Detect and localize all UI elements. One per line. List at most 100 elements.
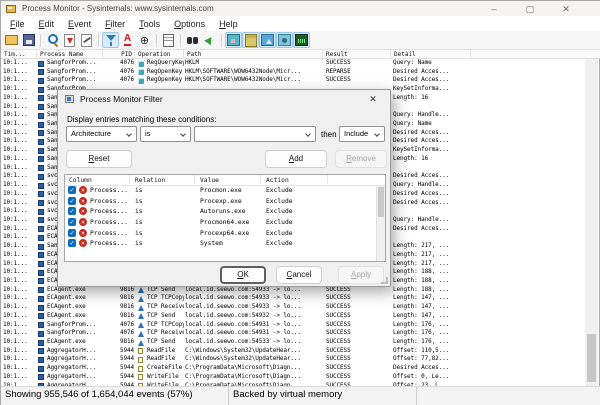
menu-item-filter[interactable]: Filter (98, 19, 132, 29)
filter-cell-relation: is (135, 239, 143, 250)
column-header-path[interactable]: Path (184, 50, 323, 59)
filter-cell-value: System (200, 239, 223, 250)
add-button[interactable]: Add (265, 150, 327, 168)
value-dropdown[interactable] (194, 126, 316, 142)
close-button[interactable]: ✕ (559, 2, 573, 16)
show-profiling-icon[interactable] (293, 32, 310, 48)
checkbox-checked-icon[interactable]: ✓ (68, 207, 76, 215)
filter-rule-row[interactable]: ✓✕Process...isProcmon64.exeExclude (65, 218, 385, 229)
menu-item-help[interactable]: Help (212, 19, 245, 29)
checkbox-checked-icon[interactable]: ✓ (68, 218, 76, 226)
process-icon (38, 348, 44, 354)
checkbox-checked-icon[interactable]: ✓ (68, 229, 76, 237)
find-icon[interactable] (184, 32, 201, 48)
filter-header-action[interactable]: Action (266, 175, 289, 186)
filter-rule-row[interactable]: ✓✕Process...isAutoruns.exeExclude (65, 207, 385, 218)
cell-detail: Desired Acces... (393, 76, 583, 85)
filter-rule-row[interactable]: ✓✕Process...isProcexp64.exeExclude (65, 229, 385, 240)
column-header-pid[interactable]: PID (103, 50, 135, 59)
filter-cell-action: Exclude (266, 229, 293, 240)
maximize-button[interactable]: ▢ (523, 2, 537, 16)
filter-list-scrollbar[interactable] (376, 186, 385, 261)
cell-path: local.id.seewo.com:54932 -> lo... (185, 312, 323, 321)
cell-operation: ReadFile (147, 355, 184, 364)
table-row[interactable]: 10:1...AggregatorH...5944CreateFileC:\Pr… (1, 364, 587, 373)
filter-rule-row[interactable]: ✓✕Process...isSystemExclude (65, 239, 385, 250)
cancel-button[interactable]: Cancel (276, 266, 322, 284)
capture-icon[interactable] (44, 32, 61, 48)
menu-item-options[interactable]: Options (167, 19, 212, 29)
checkbox-checked-icon[interactable]: ✓ (68, 239, 76, 247)
filter-header-relation[interactable]: Relation (135, 175, 165, 186)
table-row[interactable]: 10:1...SangforProm...4076RegOpenKeyHKLM\… (1, 68, 587, 77)
filter-instruction-label: Display entries matching these condition… (67, 115, 216, 124)
show-registry-icon[interactable] (225, 32, 242, 48)
filter-header-value[interactable]: Value (200, 175, 219, 186)
table-row[interactable]: 10:1...ECAgent.exe9816TCP Sendlocal.id.s… (1, 312, 587, 321)
column-header-operation[interactable]: Operation (135, 50, 184, 59)
cell-detail: Length: 176, ... (393, 338, 583, 347)
status-events-count: Showing 955,546 of 1,654,044 events (57%… (1, 387, 229, 405)
menu-item-event[interactable]: Event (61, 19, 98, 29)
action-dropdown[interactable]: Include (339, 126, 385, 142)
process-icon (38, 340, 44, 346)
filter-rule-row[interactable]: ✓✕Process...isProcexp.exeExclude (65, 197, 385, 208)
cell-operation: TCP Send (147, 338, 184, 347)
table-row[interactable]: 10:1...ECAgent.exe9816TCP TCPCopylocal.i… (1, 294, 587, 303)
table-row[interactable]: 10:1...AggregatorH...5944ReadFileC:\Wind… (1, 355, 587, 364)
column-header-process[interactable]: Process Name (37, 50, 103, 59)
menu-item-file[interactable]: File (3, 19, 32, 29)
column-header-time[interactable]: Tim... (1, 50, 37, 59)
cell-process-name: AggregatorH... (47, 355, 103, 364)
table-row[interactable]: 10:1...SangforProm...4076RegQueryKeyHKLM… (1, 59, 587, 68)
file-operation-icon (138, 374, 143, 380)
checkbox-checked-icon[interactable]: ✓ (68, 197, 76, 205)
open-icon[interactable] (3, 32, 20, 48)
cell-path: C:\Windows\System32\UpdateHear... (185, 347, 323, 356)
cell-time: 10:1... (3, 164, 37, 173)
event-properties-icon[interactable] (160, 32, 177, 48)
relation-dropdown[interactable]: is (140, 126, 191, 142)
table-row[interactable]: 10:1...SangforProm...4076TCP TCPCopyloca… (1, 321, 587, 330)
table-row[interactable]: 10:1...AggregatorH...5944WriteFileC:\Pro… (1, 373, 587, 382)
scrollbar-thumb[interactable] (587, 334, 596, 382)
checkbox-checked-icon[interactable]: ✓ (68, 186, 76, 194)
jump-to-icon[interactable] (201, 32, 218, 48)
vertical-scrollbar[interactable] (585, 59, 598, 386)
filter-header-column[interactable]: Column (69, 175, 92, 186)
table-row[interactable]: 10:1...AggregatorH...5944ReadFileC:\Wind… (1, 347, 587, 356)
menu-item-edit[interactable]: Edit (32, 19, 62, 29)
target-icon[interactable] (136, 32, 153, 48)
cell-time: 10:1... (3, 207, 37, 216)
menu-item-tools[interactable]: Tools (132, 19, 167, 29)
save-icon[interactable] (20, 32, 37, 48)
table-row[interactable]: 10:1...SangforProm...4076RegOpenKeyHKLM\… (1, 76, 587, 85)
filter-rule-row[interactable]: ✓✕Process...isProcmon.exeExclude (65, 186, 385, 197)
table-row[interactable]: 10:1...ECAgent.exe9816TCP Sendlocal.id.s… (1, 338, 587, 347)
show-network-icon[interactable] (259, 32, 276, 48)
clear-icon[interactable] (78, 32, 95, 48)
column-header-detail[interactable]: Detail (391, 50, 471, 59)
table-row[interactable]: 10:1...SangforProm...4076TCP Receiveloca… (1, 329, 587, 338)
highlight-icon[interactable] (119, 32, 136, 48)
column-header-result[interactable]: Result (323, 50, 391, 59)
filter-scrollbar-thumb[interactable] (378, 187, 384, 217)
action-dropdown-value: Include (344, 129, 368, 138)
process-icon (38, 130, 44, 136)
cell-time: 10:1... (3, 146, 37, 155)
reset-button[interactable]: Reset (66, 150, 132, 168)
tcp-operation-icon (138, 322, 144, 328)
cell-pid: 4076 (101, 329, 134, 338)
dialog-close-icon[interactable]: ✕ (366, 93, 380, 105)
ok-button[interactable]: OK (220, 266, 266, 284)
table-row[interactable]: 10:1...ECAgent.exe9816TCP Receivelocal.i… (1, 303, 587, 312)
filter-icon[interactable] (102, 32, 119, 48)
show-process-icon[interactable] (276, 32, 293, 48)
column-dropdown[interactable]: Architecture (66, 126, 137, 142)
minimize-button[interactable]: – (487, 2, 501, 16)
dialog-resize-grip[interactable] (381, 277, 388, 284)
cell-result: SUCCESS (326, 355, 388, 364)
show-file-system-icon[interactable] (242, 32, 259, 48)
autoscroll-icon[interactable] (61, 32, 78, 48)
cell-path: local.id.seewo.com:54933 -> lo... (185, 294, 323, 303)
